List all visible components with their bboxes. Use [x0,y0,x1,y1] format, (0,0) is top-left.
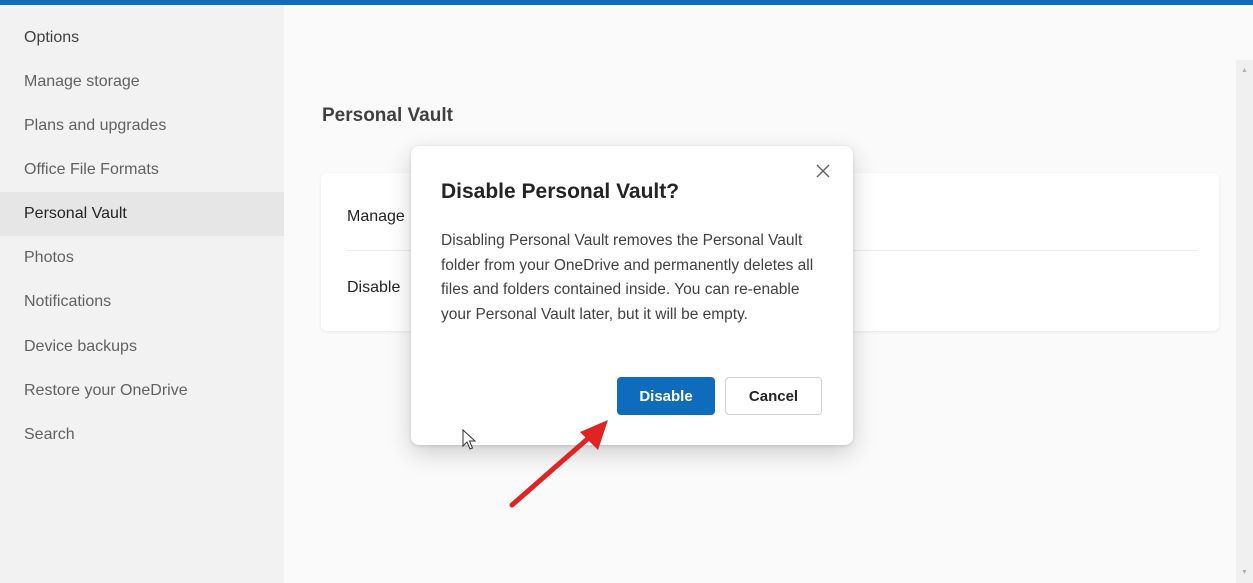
mouse-pointer-icon [462,429,476,450]
dialog-message: Disabling Personal Vault removes the Per… [441,232,814,323]
sidebar-header: Options [24,29,80,46]
sidebar-item-office-file-formats[interactable]: Office File Formats [0,148,284,192]
sidebar-item-photos[interactable]: Photos [0,236,284,280]
sidebar-item-restore-onedrive[interactable]: Restore your OneDrive [0,369,284,413]
disable-button[interactable]: Disable [617,377,715,415]
scroll-up-arrow-icon[interactable]: ▲ [1240,66,1249,75]
sidebar-item-notifications[interactable]: Notifications [0,280,284,324]
sidebar-item-search[interactable]: Search [0,413,284,457]
disable-row-label[interactable]: Disable [347,279,400,297]
vertical-scrollbar[interactable]: ▲ ▼ [1236,60,1253,583]
close-icon[interactable] [811,160,835,184]
sidebar-item-plans-and-upgrades[interactable]: Plans and upgrades [0,104,284,148]
manage-row-label[interactable]: Manage [347,208,405,226]
options-sidebar: Options Manage storage Plans and upgrade… [0,5,284,583]
disable-personal-vault-dialog: Disable Personal Vault? Disabling Person… [411,146,853,445]
section-title: Personal Vault [322,105,453,126]
scroll-down-arrow-icon[interactable]: ▼ [1240,568,1249,577]
dialog-title: Disable Personal Vault? [441,180,680,203]
cancel-button[interactable]: Cancel [725,377,822,415]
sidebar-item-device-backups[interactable]: Device backups [0,325,284,369]
sidebar-item-personal-vault[interactable]: Personal Vault [0,192,284,236]
close-x-glyph [816,164,830,178]
sidebar-item-manage-storage[interactable]: Manage storage [0,60,284,104]
